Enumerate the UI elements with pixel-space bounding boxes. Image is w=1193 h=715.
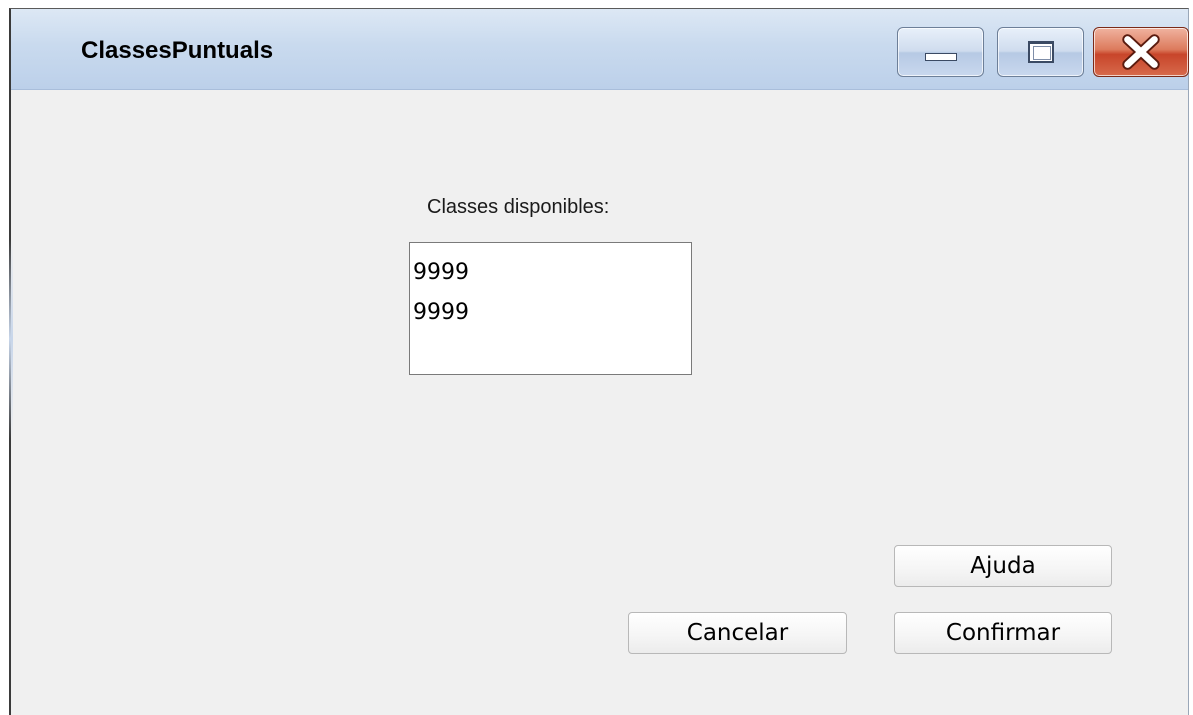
classes-listbox[interactable]: 9999 9999	[409, 242, 692, 375]
close-button[interactable]	[1093, 27, 1189, 77]
close-icon	[1122, 34, 1160, 70]
maximize-button[interactable]	[997, 27, 1084, 77]
cancel-button[interactable]: Cancelar	[628, 612, 847, 654]
confirm-button[interactable]: Confirmar	[894, 612, 1112, 654]
maximize-icon	[1028, 41, 1054, 63]
list-item[interactable]: 9999	[410, 253, 691, 293]
window-title: ClassesPuntuals	[81, 37, 274, 64]
title-bar[interactable]: ClassesPuntuals	[11, 9, 1189, 90]
minimize-icon	[925, 53, 957, 61]
window-edge-highlight	[9, 239, 13, 439]
help-button[interactable]: Ajuda	[894, 545, 1112, 587]
minimize-button[interactable]	[897, 27, 984, 77]
dialog-window: ClassesPuntuals Classes disponibles: 999…	[9, 8, 1189, 715]
classes-list-label: Classes disponibles:	[427, 196, 610, 218]
list-item[interactable]: 9999	[410, 293, 691, 333]
